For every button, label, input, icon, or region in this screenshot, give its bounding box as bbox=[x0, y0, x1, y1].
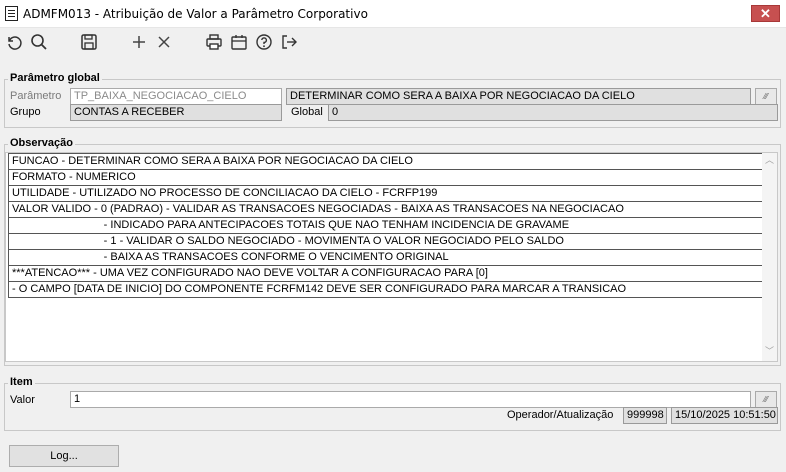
observacao-line: - INDICADO PARA ANTECIPACOES TOTAIS QUE … bbox=[8, 217, 765, 234]
observacao-line: - BAIXA AS TRANSACOES CONFORME O VENCIME… bbox=[8, 249, 765, 266]
observacao-line: ***ATENCAO*** - UMA VEZ CONFIGURADO NAO … bbox=[8, 265, 765, 282]
title-bar: ADMFM013 - Atribuição de Valor a Parâmet… bbox=[0, 0, 786, 28]
observacao-title: Observação bbox=[8, 137, 75, 149]
save-icon[interactable] bbox=[79, 32, 99, 52]
observacao-scrollbar[interactable]: ︿ ﹀ bbox=[762, 153, 777, 361]
valor-label: Valor bbox=[10, 394, 35, 406]
exit-icon[interactable] bbox=[279, 32, 299, 52]
log-button[interactable]: Log... bbox=[9, 445, 119, 467]
observacao-line: VALOR VALIDO - 0 (PADRAO) - VALIDAR AS T… bbox=[8, 201, 765, 218]
add-icon[interactable] bbox=[129, 32, 149, 52]
undo-icon[interactable] bbox=[4, 32, 24, 52]
toolbar bbox=[0, 28, 786, 58]
window-title: ADMFM013 - Atribuição de Valor a Parâmet… bbox=[23, 7, 368, 21]
atualizacao-field: 15/10/2025 10:51:50 bbox=[671, 407, 778, 424]
calendar-icon[interactable] bbox=[229, 32, 249, 52]
descricao-field: DETERMINAR COMO SERA A BAIXA POR NEGOCIA… bbox=[286, 88, 751, 105]
observacao-line: UTILIDADE - UTILIZADO NO PROCESSO DE CON… bbox=[8, 185, 765, 202]
valor-field[interactable]: 1 bbox=[70, 391, 751, 408]
parametro-global-title: Parâmetro global bbox=[8, 72, 102, 84]
grupo-field: CONTAS A RECEBER bbox=[70, 104, 282, 121]
observacao-line: FUNCAO - DETERMINAR COMO SERA A BAIXA PO… bbox=[8, 153, 765, 170]
parametro-label: Parâmetro bbox=[10, 90, 62, 102]
scroll-up-icon[interactable]: ︿ bbox=[765, 156, 774, 165]
valor-lookup-button[interactable]: ⁄⁄⁄ bbox=[755, 391, 777, 408]
observacao-textarea[interactable]: FUNCAO - DETERMINAR COMO SERA A BAIXA PO… bbox=[5, 152, 778, 362]
parametro-lookup-button[interactable]: ⁄⁄⁄ bbox=[755, 88, 777, 105]
operador-field: 999998 bbox=[623, 407, 667, 424]
search-icon[interactable] bbox=[29, 32, 49, 52]
scroll-down-icon[interactable]: ﹀ bbox=[765, 347, 774, 356]
global-field: 0 bbox=[328, 104, 778, 121]
parametro-field[interactable]: TP_BAIXA_NEGOCIACAO_CIELO bbox=[70, 88, 282, 105]
operador-atualizacao-label: Operador/Atualização bbox=[507, 409, 614, 421]
observacao-line: FORMATO - NUMERICO bbox=[8, 169, 765, 186]
help-icon[interactable] bbox=[254, 32, 274, 52]
document-icon bbox=[5, 6, 18, 21]
global-label: Global bbox=[291, 106, 323, 118]
print-icon[interactable] bbox=[204, 32, 224, 52]
grupo-label: Grupo bbox=[10, 106, 41, 118]
close-button[interactable]: ✕ bbox=[751, 5, 780, 22]
observacao-line: - 1 - VALIDAR O SALDO NEGOCIADO - MOVIME… bbox=[8, 233, 765, 250]
delete-icon[interactable] bbox=[154, 32, 174, 52]
item-title: Item bbox=[8, 376, 35, 388]
observacao-line: - O CAMPO [DATA DE INICIO] DO COMPONENTE… bbox=[8, 281, 765, 298]
